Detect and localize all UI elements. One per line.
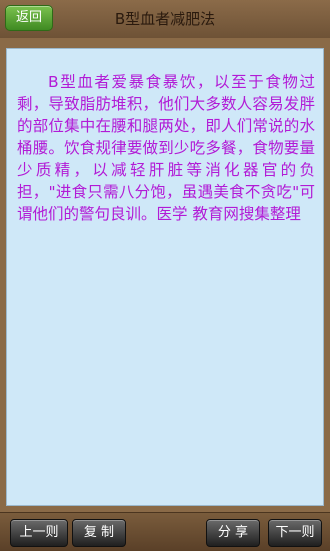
next-button[interactable]: 下一则 bbox=[268, 519, 322, 547]
copy-button[interactable]: 复 制 bbox=[72, 519, 126, 547]
page-title: B型血者减肥法 bbox=[114, 10, 216, 28]
article-text: B型血者爱暴食暴饮，以至于食物过剩，导致脂肪堆积，他们大多数人容易发胖的部位集中… bbox=[17, 73, 315, 223]
content-area: B型血者爱暴食暴饮，以至于食物过剩，导致脂肪堆积，他们大多数人容易发胖的部位集中… bbox=[0, 38, 330, 512]
header-bar: 返回 B型血者减肥法 bbox=[0, 0, 330, 39]
reader-panel[interactable]: B型血者爱暴食暴饮，以至于食物过剩，导致脂肪堆积，他们大多数人容易发胖的部位集中… bbox=[6, 48, 324, 506]
previous-button[interactable]: 上一则 bbox=[10, 519, 68, 547]
footer-toolbar: 上一则 复 制 分 享 下一则 bbox=[0, 512, 330, 551]
back-button[interactable]: 返回 bbox=[5, 5, 53, 31]
share-button[interactable]: 分 享 bbox=[206, 519, 260, 547]
